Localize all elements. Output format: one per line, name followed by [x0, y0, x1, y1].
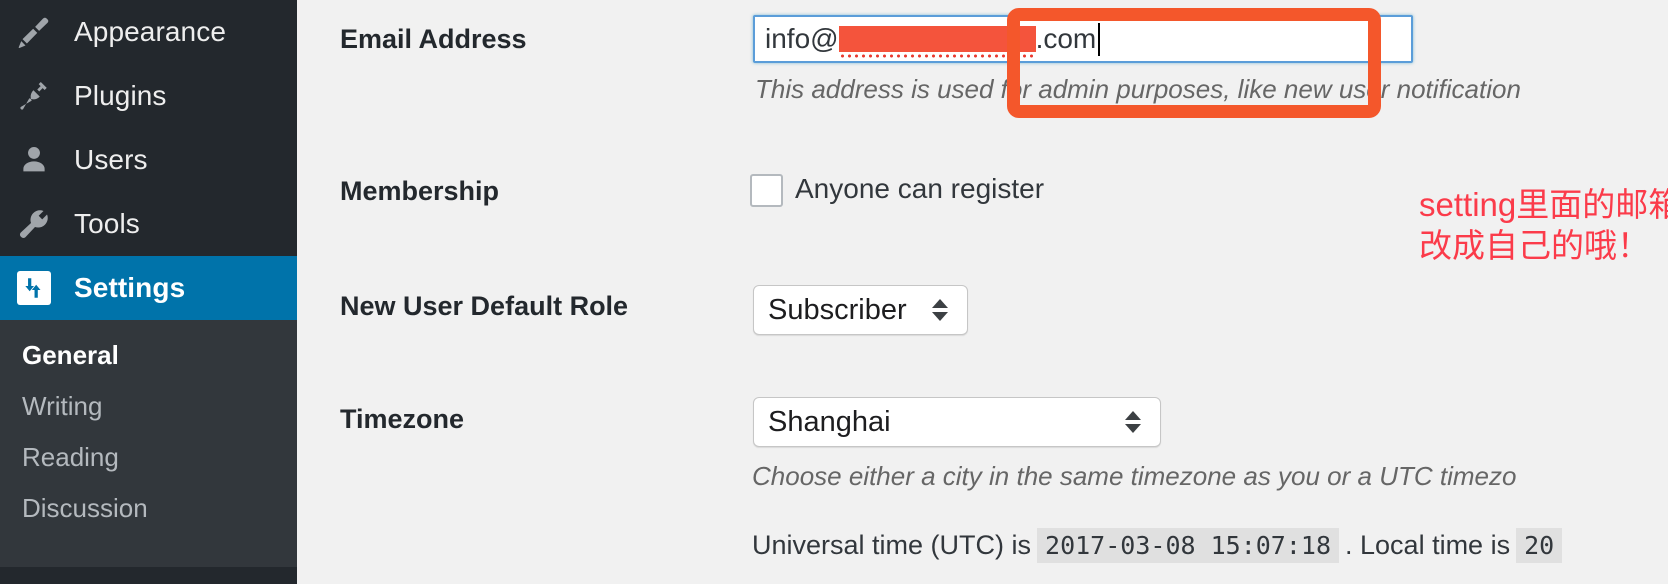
submenu-item-label: General [22, 340, 119, 370]
wordpress-admin-general-settings-screen: Appearance Plugins Users Tools Settings … [0, 0, 1668, 584]
submenu-item-label: Reading [22, 442, 119, 472]
timezone-description: Choose either a city in the same timezon… [752, 461, 1517, 491]
new-user-default-role-label: New User Default Role [340, 291, 629, 321]
submenu-item-label: Writing [22, 391, 103, 421]
sidebar-item-label: Tools [74, 208, 140, 239]
user-icon [14, 140, 54, 180]
submenu-item-general[interactable]: General [0, 330, 297, 381]
submenu-item-reading[interactable]: Reading [0, 432, 297, 483]
utc-prefix-text: Universal time (UTC) is [752, 530, 1032, 560]
chinese-annotation-text: setting里面的邮箱也别忘了 改成自己的哦！ [1419, 186, 1668, 264]
membership-label: Membership [340, 176, 500, 206]
anyone-can-register-label: Anyone can register [795, 173, 1045, 204]
sidebar-item-tools[interactable]: Tools [0, 192, 297, 256]
email-redaction-bar [838, 26, 1036, 58]
submenu-item-discussion[interactable]: Discussion [0, 483, 297, 534]
timezone-select-value: Shanghai [768, 405, 891, 438]
sidebar-item-label: Appearance [74, 16, 227, 47]
timezone-label: Timezone [340, 404, 465, 434]
text-cursor [1098, 22, 1101, 56]
anyone-can-register-checkbox[interactable] [750, 174, 783, 207]
wrench-icon [14, 204, 54, 244]
plug-icon [14, 76, 54, 116]
sidebar-item-label: Users [74, 144, 148, 175]
sidebar-item-settings[interactable]: Settings [0, 256, 315, 320]
email-address-label: Email Address [340, 24, 527, 54]
sidebar-item-label: Plugins [74, 80, 167, 111]
sidebar-item-plugins[interactable]: Plugins [0, 64, 297, 128]
settings-sliders-icon [14, 268, 54, 308]
universal-time-info: Universal time (UTC) is 2017-03-08 15:07… [750, 528, 1566, 563]
utc-time-value: 2017-03-08 15:07:18 [1037, 528, 1340, 563]
role-select-value: Subscriber [768, 293, 907, 326]
sidebar-item-users[interactable]: Users [0, 128, 297, 192]
submenu-item-label: Discussion [22, 493, 148, 523]
paintbrush-icon [14, 12, 54, 52]
email-address-input[interactable]: info@ .com [753, 15, 1413, 63]
email-value-suffix: .com [1035, 23, 1097, 54]
email-address-description: This address is used for admin purposes,… [755, 74, 1521, 104]
local-time-separator-text: . Local time is [1345, 530, 1511, 560]
chevron-updown-icon [1118, 411, 1148, 433]
spellcheck-underline [838, 54, 1036, 58]
timezone-select[interactable]: Shanghai [753, 397, 1161, 447]
local-time-value: 20 [1516, 528, 1563, 563]
email-value-prefix: info@ [765, 23, 839, 54]
new-user-default-role-select[interactable]: Subscriber [753, 285, 968, 335]
chevron-updown-icon [925, 299, 955, 321]
settings-form-content: Email Address info@ .com This address is … [297, 0, 1668, 584]
settings-submenu: General Writing Reading Discussion [0, 320, 297, 567]
sidebar-item-label: Settings [74, 272, 186, 303]
submenu-item-writing[interactable]: Writing [0, 381, 297, 432]
admin-sidebar: Appearance Plugins Users Tools Settings … [0, 0, 315, 584]
sidebar-item-appearance[interactable]: Appearance [0, 0, 297, 64]
